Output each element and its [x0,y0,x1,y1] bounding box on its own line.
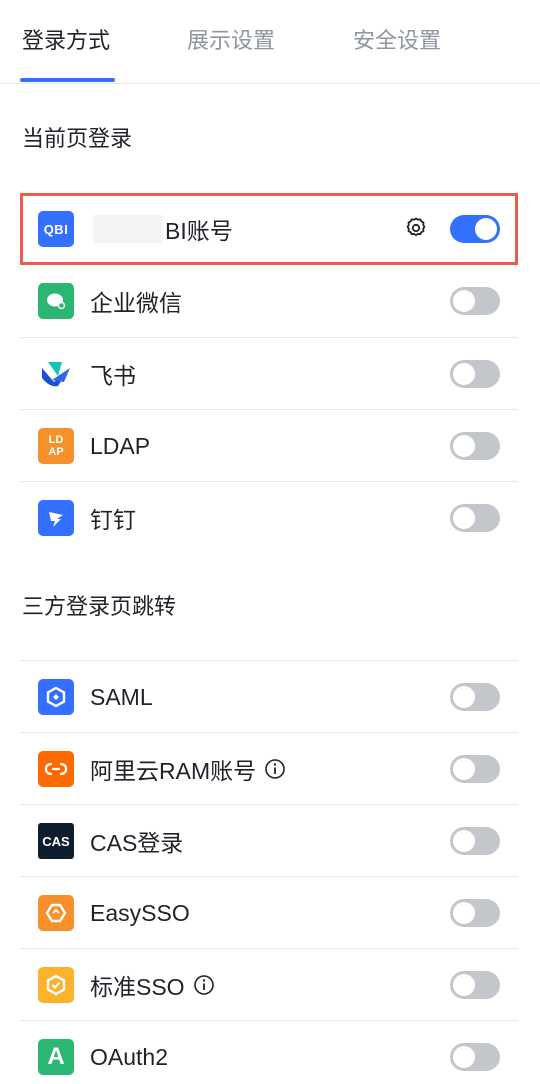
login-item-label: BI账号 [93,193,233,265]
tab-display-settings[interactable]: 展示设置 [187,26,275,56]
ldap-icon: LD AP [38,428,74,464]
login-item-label: LDAP [90,432,151,459]
cas-icon: CAS [38,823,74,859]
wecom-icon [38,283,74,319]
login-item-label: 钉钉 [90,507,136,533]
dingtalk-icon [38,500,74,536]
info-icon[interactable] [193,974,215,996]
active-tab-indicator [20,78,115,82]
tab-login-method[interactable]: 登录方式 [22,26,110,56]
toggle-feishu[interactable] [450,360,500,388]
easysso-icon [38,895,74,931]
login-item-label: 企业微信 [90,290,182,316]
section-title-third-party-redirect: 三方登录页跳转 [22,594,177,619]
toggle-saml[interactable] [450,683,500,711]
toggle-standard-sso[interactable] [450,971,500,999]
third-party-login-list: SAML 阿里云RAM账号 CAS CAS登录 EasySSO 标准SSO A … [20,660,518,1084]
toggle-bi-account[interactable] [450,215,500,243]
aliyun-icon [38,751,74,787]
login-item-dingtalk: 钉钉 [20,481,518,553]
toggle-aliyun-ram[interactable] [450,755,500,783]
current-page-login-list: QBI BI账号 企业微信 飞书 LD AP LDAP 钉钉 [20,193,518,553]
login-item-wecom: 企业微信 [20,265,518,337]
logo-text: CAS [42,833,70,849]
section-title-current-page-login: 当前页登录 [22,126,133,151]
login-item-label: EasySSO [90,899,190,926]
logo-text: QBI [43,221,69,237]
saml-icon [38,679,74,715]
login-item-saml: SAML [20,660,518,732]
feishu-icon [38,356,74,392]
login-item-standard-sso: 标准SSO [20,948,518,1020]
oauth2-icon: A [38,1039,74,1075]
toggle-wecom[interactable] [450,287,500,315]
gear-icon[interactable] [404,216,428,240]
login-item-easysso: EasySSO [20,876,518,948]
info-icon[interactable] [264,758,286,780]
login-item-label: 阿里云RAM账号 [90,733,286,805]
login-item-aliyun-ram: 阿里云RAM账号 [20,732,518,804]
login-item-feishu: 飞书 [20,337,518,409]
tab-bar: 登录方式 展示设置 安全设置 [0,0,540,84]
logo-text: LD AP [48,434,64,458]
toggle-cas[interactable] [450,827,500,855]
login-item-label: 飞书 [90,363,136,389]
login-item-oauth2: A OAuth2 [20,1020,518,1084]
tab-security-settings[interactable]: 安全设置 [353,26,441,56]
login-item-bi-account: QBI BI账号 [20,193,518,265]
login-item-label: SAML [90,683,153,710]
logo-text: A [47,1043,65,1070]
toggle-oauth2[interactable] [450,1043,500,1071]
redacted-text [93,215,163,243]
login-item-cas: CAS CAS登录 [20,804,518,876]
quickbi-logo-icon: QBI [38,211,74,247]
login-item-ldap: LD AP LDAP [20,409,518,481]
login-item-label: CAS登录 [90,830,184,856]
login-item-label: 标准SSO [90,949,215,1021]
toggle-dingtalk[interactable] [450,504,500,532]
standard-sso-icon [38,967,74,1003]
login-item-label: OAuth2 [90,1043,168,1070]
toggle-ldap[interactable] [450,432,500,460]
toggle-easysso[interactable] [450,899,500,927]
